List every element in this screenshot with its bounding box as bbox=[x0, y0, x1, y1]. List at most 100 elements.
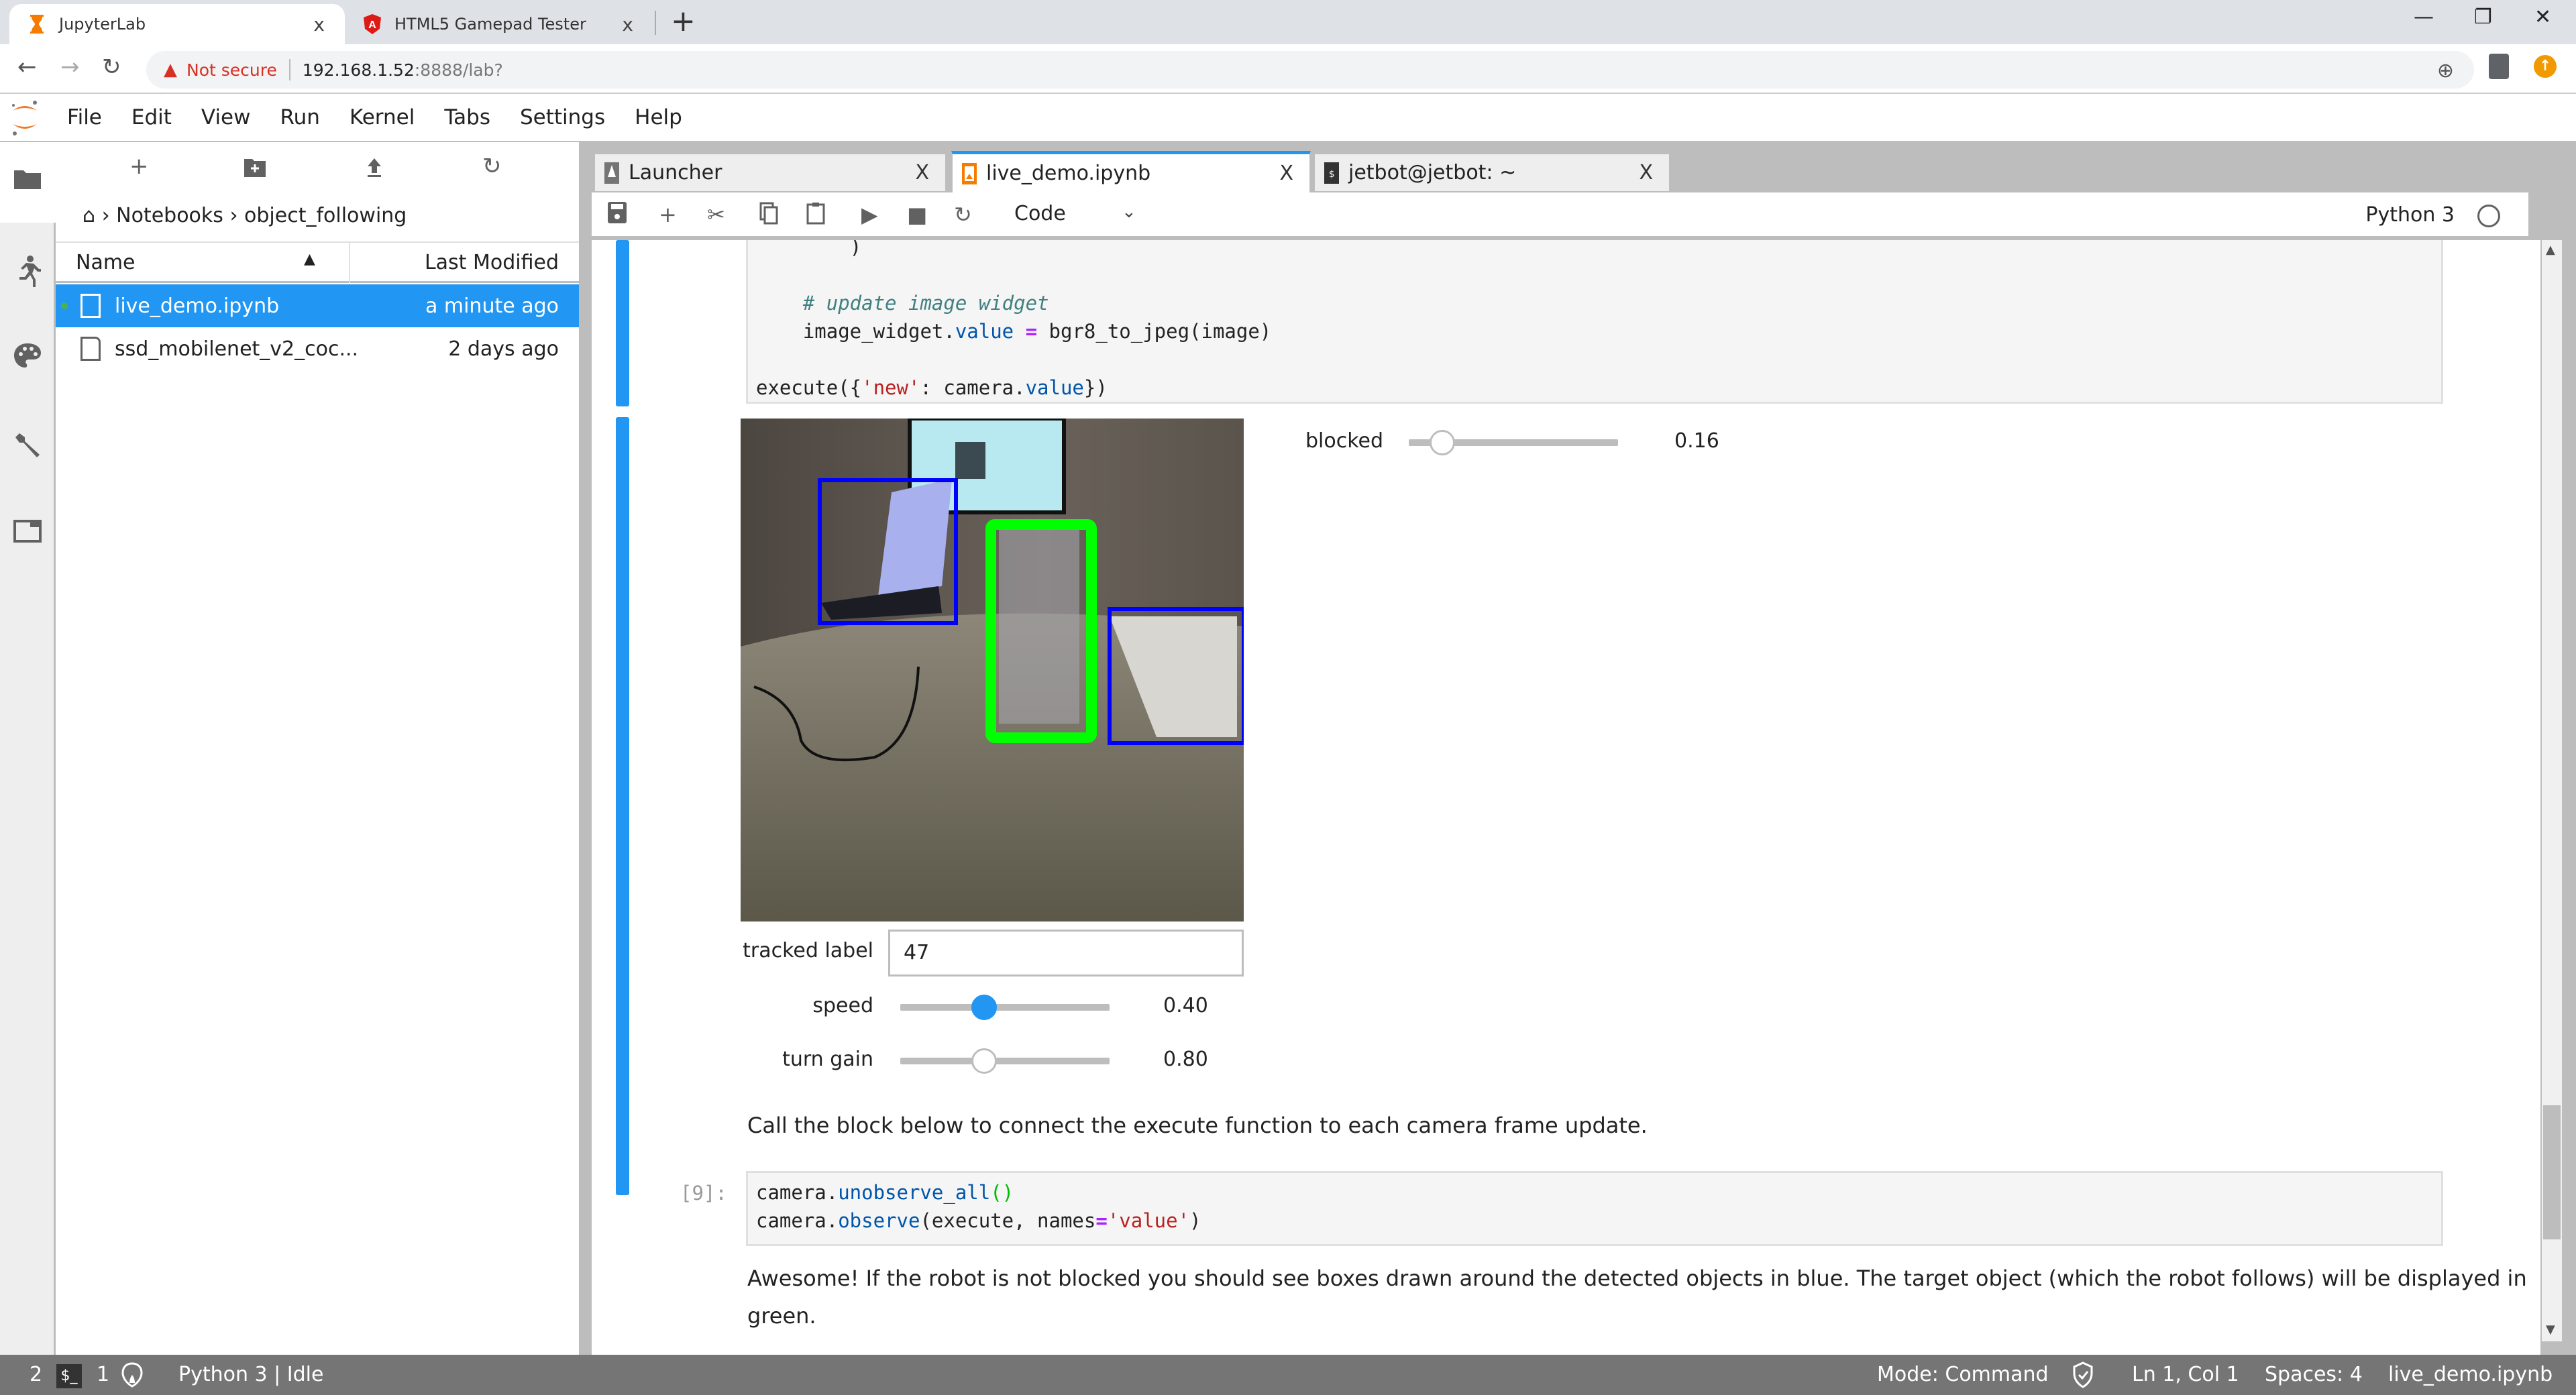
security-label[interactable]: Not secure bbox=[186, 60, 277, 80]
close-tab-icon[interactable]: x bbox=[313, 13, 325, 36]
new-launcher-button[interactable]: + bbox=[129, 153, 149, 180]
interrupt-button[interactable]: ■ bbox=[907, 202, 927, 227]
tab-launcher[interactable]: Launcher X bbox=[594, 153, 947, 191]
tab-live-demo[interactable]: live_demo.ipynb X bbox=[951, 151, 1311, 192]
column-last-modified[interactable]: Last Modified bbox=[425, 251, 559, 274]
menu-file[interactable]: File bbox=[67, 105, 102, 129]
code-cell[interactable]: ) # update image widget image_widget.val… bbox=[746, 240, 2443, 404]
menu-tabs[interactable]: Tabs bbox=[444, 105, 490, 129]
menu-help[interactable]: Help bbox=[635, 105, 682, 129]
scroll-down-icon[interactable]: ▼ bbox=[2546, 1323, 2555, 1337]
close-tab-icon[interactable]: X bbox=[915, 161, 929, 184]
column-name[interactable]: Name bbox=[76, 251, 136, 274]
terminal-icon[interactable]: $_ bbox=[56, 1364, 82, 1388]
refresh-button[interactable]: ↻ bbox=[482, 153, 502, 180]
file-icon bbox=[80, 337, 101, 361]
run-button[interactable]: ▶ bbox=[861, 202, 878, 227]
browser-tab-gamepad[interactable]: A HTML5 Gamepad Tester x bbox=[345, 4, 653, 44]
execution-count: [9]: bbox=[680, 1182, 727, 1205]
url-host: 192.168.1.52 bbox=[302, 60, 415, 80]
kernel-status[interactable]: Python 3 | Idle bbox=[178, 1363, 323, 1386]
profile-icon[interactable] bbox=[2489, 54, 2509, 79]
tracked-label-input[interactable]: 47 bbox=[888, 930, 1244, 976]
menu-kernel[interactable]: Kernel bbox=[350, 105, 415, 129]
url-bar[interactable]: ▲ Not secure 192.168.1.52:8888/lab? ⊕ bbox=[146, 51, 2474, 89]
menu-view[interactable]: View bbox=[201, 105, 251, 129]
palette-icon[interactable] bbox=[9, 342, 46, 378]
kernel-count[interactable]: 1 bbox=[97, 1363, 109, 1386]
markdown-cell[interactable]: Call the block below to connect the exec… bbox=[747, 1107, 1648, 1144]
menu-edit[interactable]: Edit bbox=[131, 105, 172, 129]
browser-tab-strip: JupyterLab x A HTML5 Gamepad Tester x + … bbox=[0, 0, 2576, 44]
zoom-icon[interactable]: ⊕ bbox=[2437, 59, 2454, 82]
browser-tab-jupyterlab[interactable]: JupyterLab x bbox=[9, 4, 345, 44]
markdown-cell[interactable]: Awesome! If the robot is not blocked you… bbox=[747, 1260, 2527, 1297]
close-window-button[interactable]: ✕ bbox=[2534, 5, 2551, 29]
terminal-count[interactable]: 2 bbox=[30, 1363, 42, 1386]
turn-gain-slider-track[interactable] bbox=[900, 1058, 1110, 1064]
output-collapser[interactable] bbox=[616, 417, 629, 1195]
restore-button[interactable]: ❐ bbox=[2474, 5, 2492, 29]
tab-terminal[interactable]: $ jetbot@jetbot: ~ X bbox=[1313, 153, 1670, 191]
cursor-position[interactable]: Ln 1, Col 1 bbox=[2132, 1363, 2239, 1386]
markdown-cell-continued[interactable]: green. bbox=[747, 1297, 816, 1335]
speed-slider-track[interactable] bbox=[900, 1004, 1110, 1011]
tab-separator bbox=[655, 11, 656, 35]
scroll-up-icon[interactable]: ▲ bbox=[2546, 243, 2555, 257]
camera-frame bbox=[741, 418, 1244, 922]
minimize-button[interactable]: — bbox=[2414, 5, 2434, 29]
file-row[interactable]: live_demo.ipynb a minute ago bbox=[56, 284, 579, 327]
wrench-icon[interactable] bbox=[9, 431, 46, 467]
file-row[interactable]: ssd_mobilenet_v2_coc... 2 days ago bbox=[56, 327, 579, 370]
reload-button[interactable]: ↻ bbox=[102, 54, 121, 80]
menu-settings[interactable]: Settings bbox=[520, 105, 605, 129]
close-tab-icon[interactable]: X bbox=[1279, 162, 1293, 185]
new-tab-button[interactable]: + bbox=[671, 7, 696, 36]
blocked-slider-thumb[interactable] bbox=[1429, 430, 1455, 455]
code-token: () bbox=[990, 1181, 1014, 1204]
camera-image bbox=[741, 418, 1244, 922]
cell-collapser[interactable] bbox=[616, 240, 629, 406]
kernel-sessions-icon[interactable] bbox=[121, 1361, 144, 1394]
speed-slider-thumb[interactable] bbox=[971, 995, 997, 1020]
code-line: image_widget.value = bgr8_to_jpeg(image) bbox=[756, 320, 1271, 343]
notebook-scrollbar[interactable]: ▲ ▼ bbox=[2542, 240, 2562, 1341]
home-icon[interactable]: ⌂ bbox=[83, 204, 95, 227]
notebook-content[interactable]: ) # update image widget image_widget.val… bbox=[592, 240, 2540, 1355]
trusted-shield-icon[interactable] bbox=[2072, 1361, 2094, 1394]
breadcrumb-object-following[interactable]: object_following bbox=[244, 204, 407, 227]
copy-button[interactable] bbox=[759, 202, 778, 230]
scrollbar-thumb[interactable] bbox=[2543, 1105, 2561, 1239]
close-tab-icon[interactable]: x bbox=[622, 13, 633, 36]
close-tab-icon[interactable]: X bbox=[1639, 161, 1653, 184]
code-token: # update image widget bbox=[802, 292, 1049, 315]
new-folder-button[interactable] bbox=[244, 157, 266, 184]
cut-button[interactable]: ✂ bbox=[707, 202, 725, 227]
code-cell[interactable]: camera.unobserve_all() camera.observe(exe… bbox=[746, 1171, 2443, 1246]
speed-label: speed bbox=[812, 994, 873, 1017]
tabs-icon[interactable] bbox=[9, 518, 46, 554]
turn-gain-slider-thumb[interactable] bbox=[971, 1048, 997, 1074]
forward-button[interactable]: → bbox=[60, 54, 80, 80]
kernel-name[interactable]: Python 3 bbox=[2365, 203, 2455, 227]
insert-cell-button[interactable]: + bbox=[659, 202, 677, 227]
folder-icon[interactable] bbox=[9, 164, 46, 200]
update-icon[interactable]: ↑ bbox=[2534, 55, 2557, 78]
restart-button[interactable]: ↻ bbox=[954, 202, 972, 227]
code-token: }) bbox=[1083, 376, 1108, 399]
sort-ascending-icon[interactable]: ▲ bbox=[304, 251, 315, 268]
back-button[interactable]: ← bbox=[17, 54, 37, 80]
url-separator bbox=[288, 59, 290, 80]
cell-type-select[interactable]: Code bbox=[1014, 202, 1066, 225]
code-token: : camera. bbox=[920, 376, 1026, 399]
menu-run[interactable]: Run bbox=[280, 105, 320, 129]
breadcrumb-notebooks[interactable]: Notebooks bbox=[116, 204, 223, 227]
indent-spaces[interactable]: Spaces: 4 bbox=[2265, 1363, 2363, 1386]
chevron-down-icon[interactable]: ⌄ bbox=[1122, 202, 1136, 222]
column-divider[interactable] bbox=[349, 243, 350, 283]
notebook-icon bbox=[962, 162, 977, 184]
save-button[interactable] bbox=[608, 202, 627, 229]
paste-button[interactable] bbox=[806, 202, 825, 230]
running-icon[interactable] bbox=[9, 255, 46, 291]
upload-button[interactable] bbox=[364, 157, 384, 184]
